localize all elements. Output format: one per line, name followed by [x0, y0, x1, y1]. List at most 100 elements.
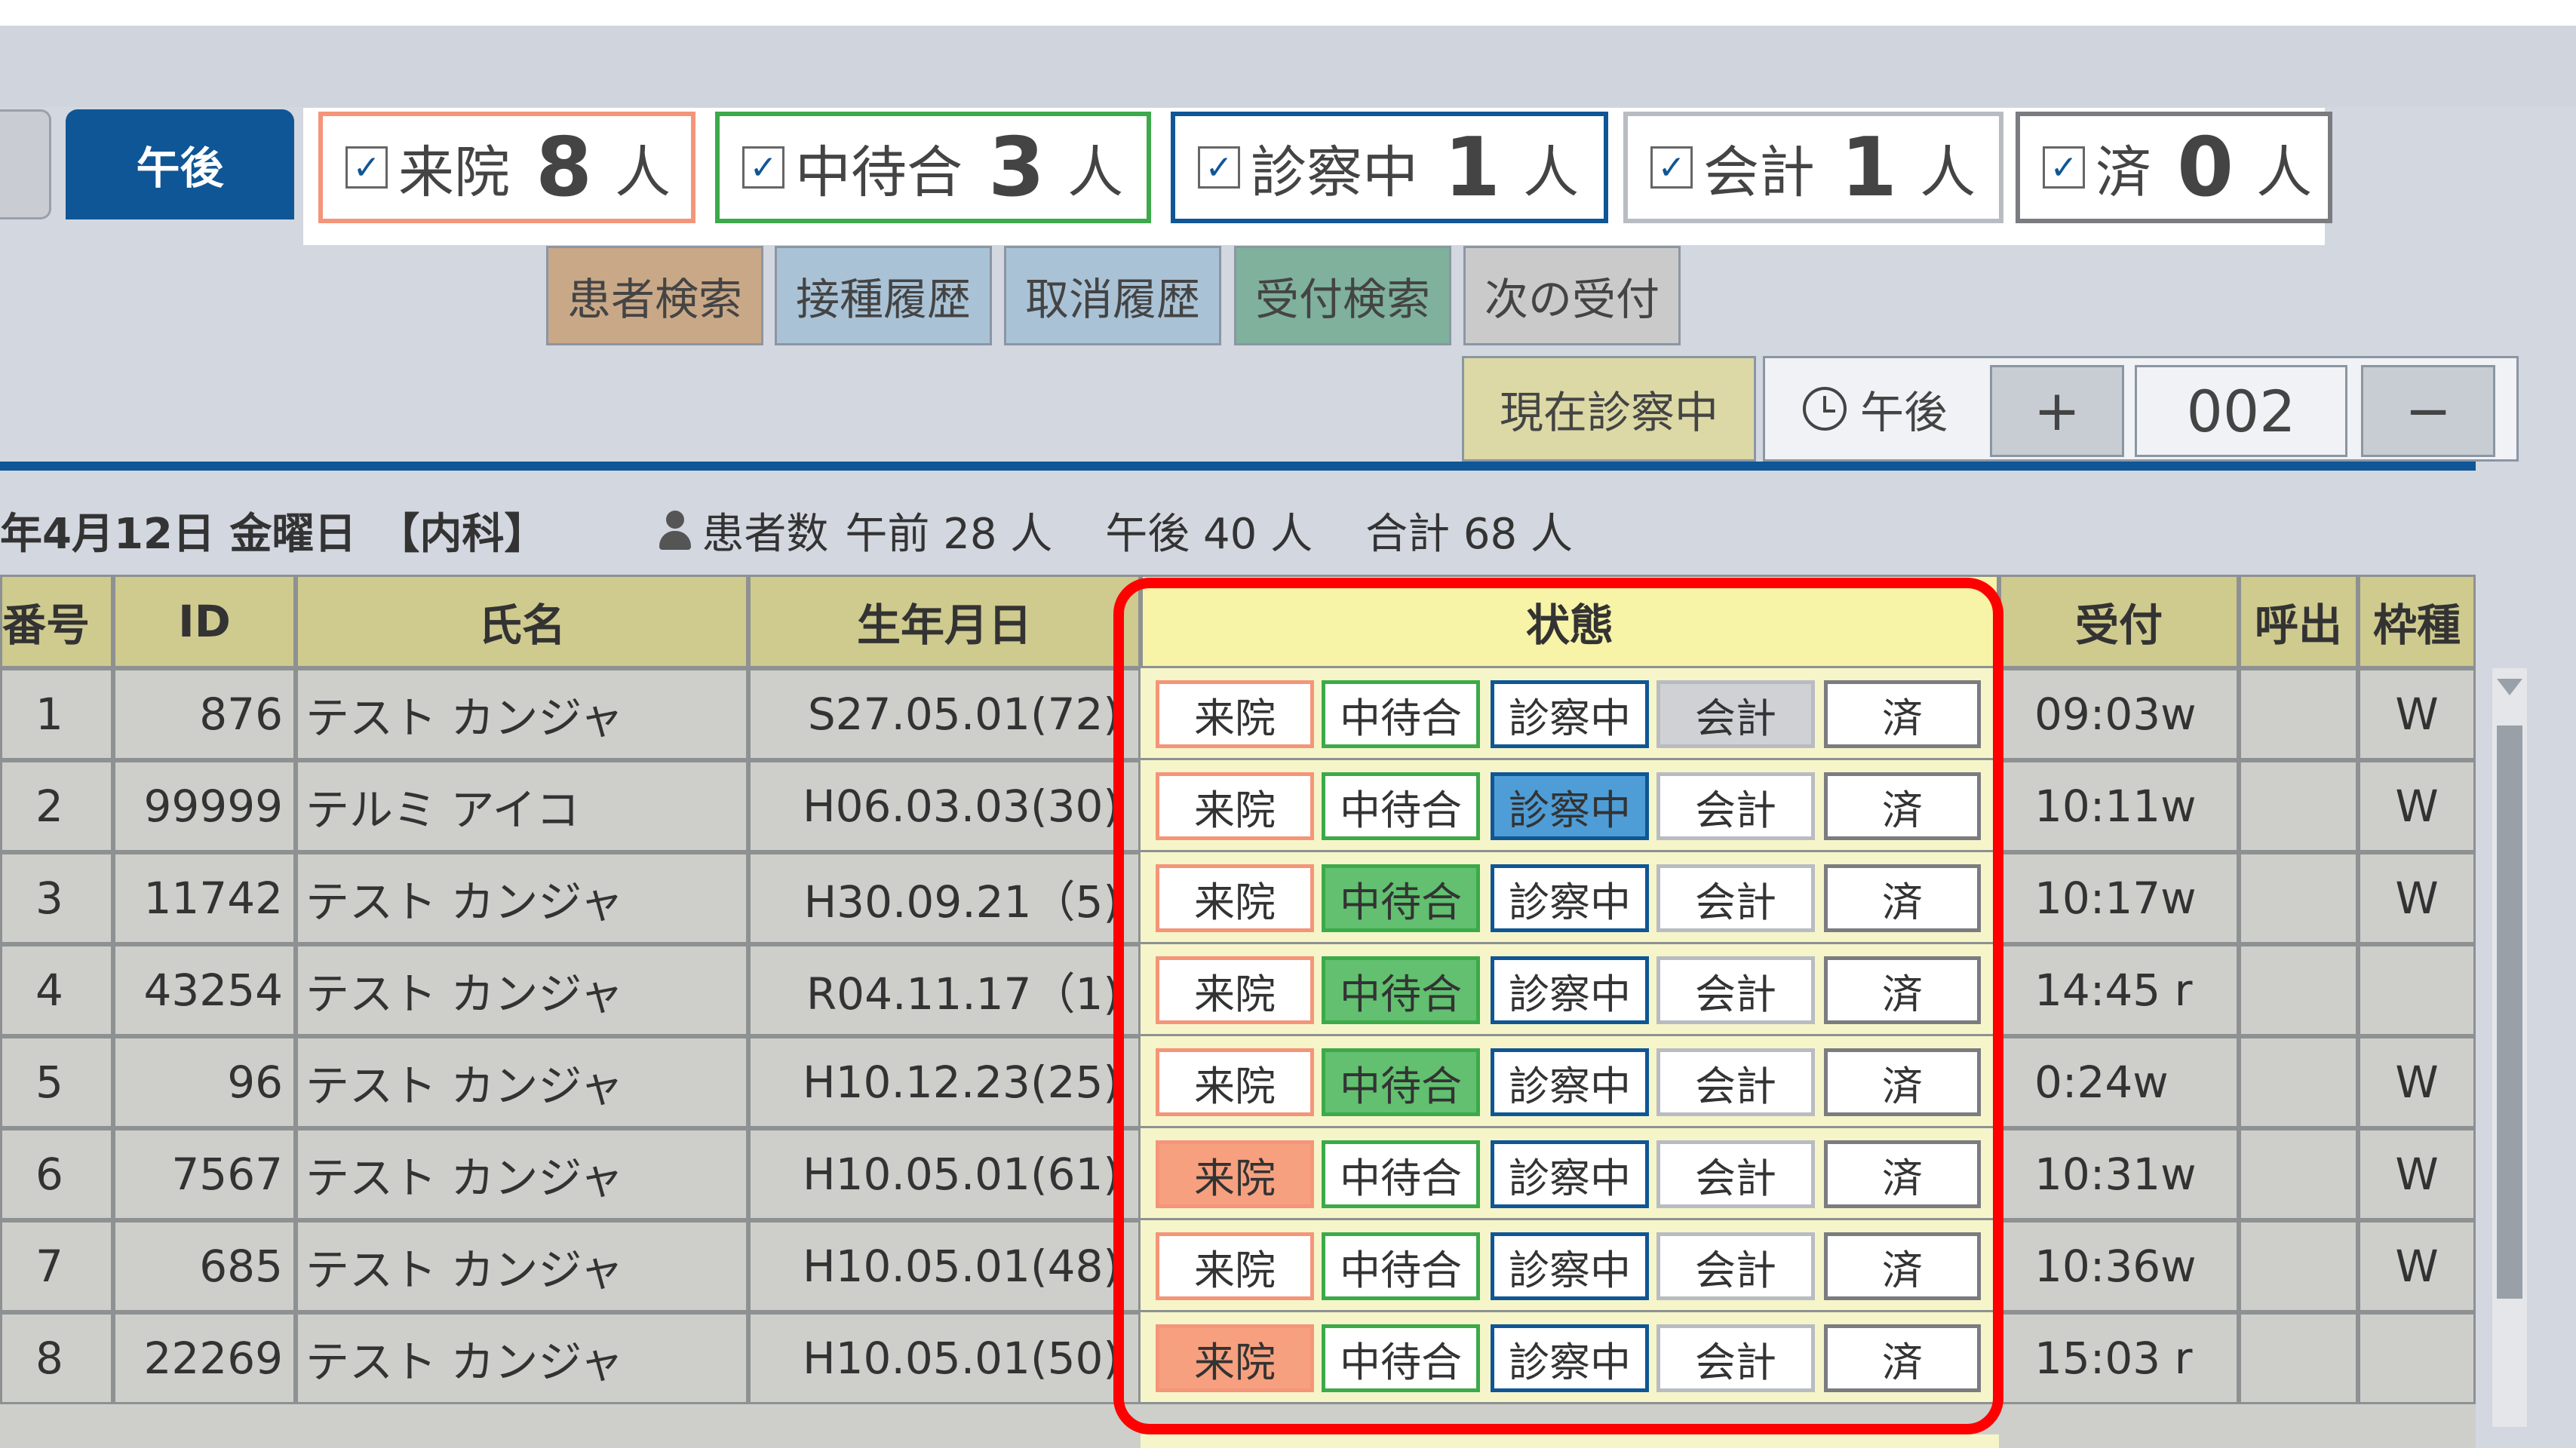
- cell-no[interactable]: 3: [0, 852, 113, 944]
- cell-frame[interactable]: W: [2358, 760, 2476, 852]
- scrollbar-thumb[interactable]: [2497, 726, 2522, 1299]
- cell-reception[interactable]: 10:17w: [1999, 852, 2239, 944]
- action-button-0[interactable]: 患者検索: [546, 246, 763, 345]
- cell-frame[interactable]: W: [2358, 852, 2476, 944]
- morning-count: 午前 28 人: [845, 509, 1053, 559]
- cell-call[interactable]: [2239, 760, 2358, 852]
- cell-no[interactable]: 5: [0, 1036, 113, 1128]
- clock-icon: [1803, 387, 1847, 431]
- cell-dob[interactable]: H10.05.01(61): [748, 1128, 1141, 1220]
- status-counter-4[interactable]: ✓ 済 0 人: [2016, 112, 2332, 223]
- status-counter-0[interactable]: ✓ 来院 8 人: [318, 112, 695, 223]
- cell-id[interactable]: 685: [113, 1220, 296, 1312]
- column-header-7[interactable]: 枠種: [2358, 575, 2476, 668]
- cell-dob[interactable]: R04.11.17（1): [748, 944, 1141, 1036]
- cell-dob[interactable]: H10.05.01(48): [748, 1220, 1141, 1312]
- column-header-0[interactable]: 番号: [0, 575, 113, 668]
- cell-name[interactable]: テスト カンジャ: [296, 1220, 748, 1312]
- cell-call[interactable]: [2239, 1312, 2358, 1404]
- cell-reception[interactable]: 10:36w: [1999, 1220, 2239, 1312]
- cell-no[interactable]: 8: [0, 1312, 113, 1404]
- action-button-3[interactable]: 受付検索: [1234, 246, 1451, 345]
- cell-dob[interactable]: H10.05.01(50): [748, 1312, 1141, 1404]
- tab-afternoon[interactable]: 午後: [66, 109, 294, 219]
- checkbox-icon[interactable]: ✓: [1198, 146, 1240, 189]
- afternoon-count: 午後 40 人: [1105, 509, 1313, 559]
- counter-label: 会計: [1703, 140, 1815, 205]
- cell-no[interactable]: 4: [0, 944, 113, 1036]
- cell-id[interactable]: 96: [113, 1036, 296, 1128]
- tab-morning-stub[interactable]: [0, 109, 51, 219]
- cell-dob[interactable]: S27.05.01(72): [748, 668, 1141, 760]
- counter-label: 診察中: [1251, 140, 1418, 205]
- checkbox-icon[interactable]: ✓: [2043, 146, 2085, 189]
- status-counter-2[interactable]: ✓ 診察中 1 人: [1171, 112, 1608, 223]
- checkbox-icon[interactable]: ✓: [345, 146, 388, 189]
- cell-no[interactable]: 1: [0, 668, 113, 760]
- cell-call[interactable]: [2239, 1220, 2358, 1312]
- increment-button[interactable]: +: [1990, 365, 2124, 457]
- cell-id[interactable]: 7567: [113, 1128, 296, 1220]
- cell-call[interactable]: [2239, 852, 2358, 944]
- cell-no[interactable]: 6: [0, 1128, 113, 1220]
- column-header-5[interactable]: 受付: [1999, 575, 2239, 668]
- cell-name[interactable]: テルミ アイコ: [296, 760, 748, 852]
- decrement-button[interactable]: −: [2361, 365, 2495, 457]
- person-icon: [659, 511, 692, 550]
- current-exam-button[interactable]: 現在診察中: [1462, 356, 1756, 462]
- column-header-2[interactable]: 氏名: [296, 575, 748, 668]
- action-button-4[interactable]: 次の受付: [1463, 246, 1681, 345]
- cell-frame[interactable]: [2358, 944, 2476, 1036]
- cell-no[interactable]: 7: [0, 1220, 113, 1312]
- cell-name[interactable]: テスト カンジャ: [296, 1036, 748, 1128]
- column-header-1[interactable]: ID: [113, 575, 296, 668]
- counter-label: 中待合: [795, 140, 963, 205]
- cell-reception[interactable]: 0:24w: [1999, 1036, 2239, 1128]
- cell-frame[interactable]: [2358, 1312, 2476, 1404]
- checkbox-icon[interactable]: ✓: [742, 146, 784, 189]
- column-header-3[interactable]: 生年月日: [748, 575, 1141, 668]
- column-header-6[interactable]: 呼出: [2239, 575, 2358, 668]
- cell-id[interactable]: 11742: [113, 852, 296, 944]
- cell-reception[interactable]: 15:03 r: [1999, 1312, 2239, 1404]
- cell-dob[interactable]: H06.03.03(30): [748, 760, 1141, 852]
- cell-name[interactable]: テスト カンジャ: [296, 852, 748, 944]
- cell-frame[interactable]: W: [2358, 1128, 2476, 1220]
- cell-call[interactable]: [2239, 1128, 2358, 1220]
- status-counter-3[interactable]: ✓ 会計 1 人: [1623, 112, 2003, 223]
- action-button-1[interactable]: 接種履歴: [775, 246, 992, 345]
- cell-frame[interactable]: W: [2358, 1036, 2476, 1128]
- action-button-2[interactable]: 取消履歴: [1004, 246, 1221, 345]
- cell-no[interactable]: 2: [0, 760, 113, 852]
- cell-name[interactable]: テスト カンジャ: [296, 1312, 748, 1404]
- cell-call[interactable]: [2239, 944, 2358, 1036]
- call-number-field[interactable]: 002: [2135, 365, 2347, 457]
- cell-frame[interactable]: W: [2358, 1220, 2476, 1312]
- cell-name[interactable]: テスト カンジャ: [296, 944, 748, 1036]
- cell-dob[interactable]: H10.12.23(25): [748, 1036, 1141, 1128]
- cell-id[interactable]: 876: [113, 668, 296, 760]
- cell-id[interactable]: 99999: [113, 760, 296, 852]
- cell-frame[interactable]: W: [2358, 668, 2476, 760]
- status-counter-1[interactable]: ✓ 中待合 3 人: [715, 112, 1151, 223]
- cell-call[interactable]: [2239, 1036, 2358, 1128]
- counter-label: 来院: [398, 140, 510, 205]
- cell-call[interactable]: [2239, 668, 2358, 760]
- counter-value: 3: [988, 120, 1045, 215]
- cell-reception[interactable]: 10:31w: [1999, 1128, 2239, 1220]
- scroll-up-arrow-icon[interactable]: [2497, 679, 2522, 695]
- session-selector[interactable]: 午後: [1803, 356, 1969, 462]
- cell-name[interactable]: テスト カンジャ: [296, 1128, 748, 1220]
- counter-unit: 人: [615, 140, 671, 205]
- info-line: 年4月12日 金曜日 【内科】 患者数 午前 28 人 午後 40 人 合計 6…: [0, 504, 2489, 559]
- cell-reception[interactable]: 10:11w: [1999, 760, 2239, 852]
- cell-dob[interactable]: H30.09.21（5): [748, 852, 1141, 944]
- cell-reception[interactable]: 09:03w: [1999, 668, 2239, 760]
- checkbox-icon[interactable]: ✓: [1650, 146, 1693, 189]
- cell-id[interactable]: 22269: [113, 1312, 296, 1404]
- cell-name[interactable]: テスト カンジャ: [296, 668, 748, 760]
- cell-reception[interactable]: 14:45 r: [1999, 944, 2239, 1036]
- patients-label: 患者数: [702, 509, 829, 559]
- counter-unit: 人: [2256, 140, 2313, 205]
- cell-id[interactable]: 43254: [113, 944, 296, 1036]
